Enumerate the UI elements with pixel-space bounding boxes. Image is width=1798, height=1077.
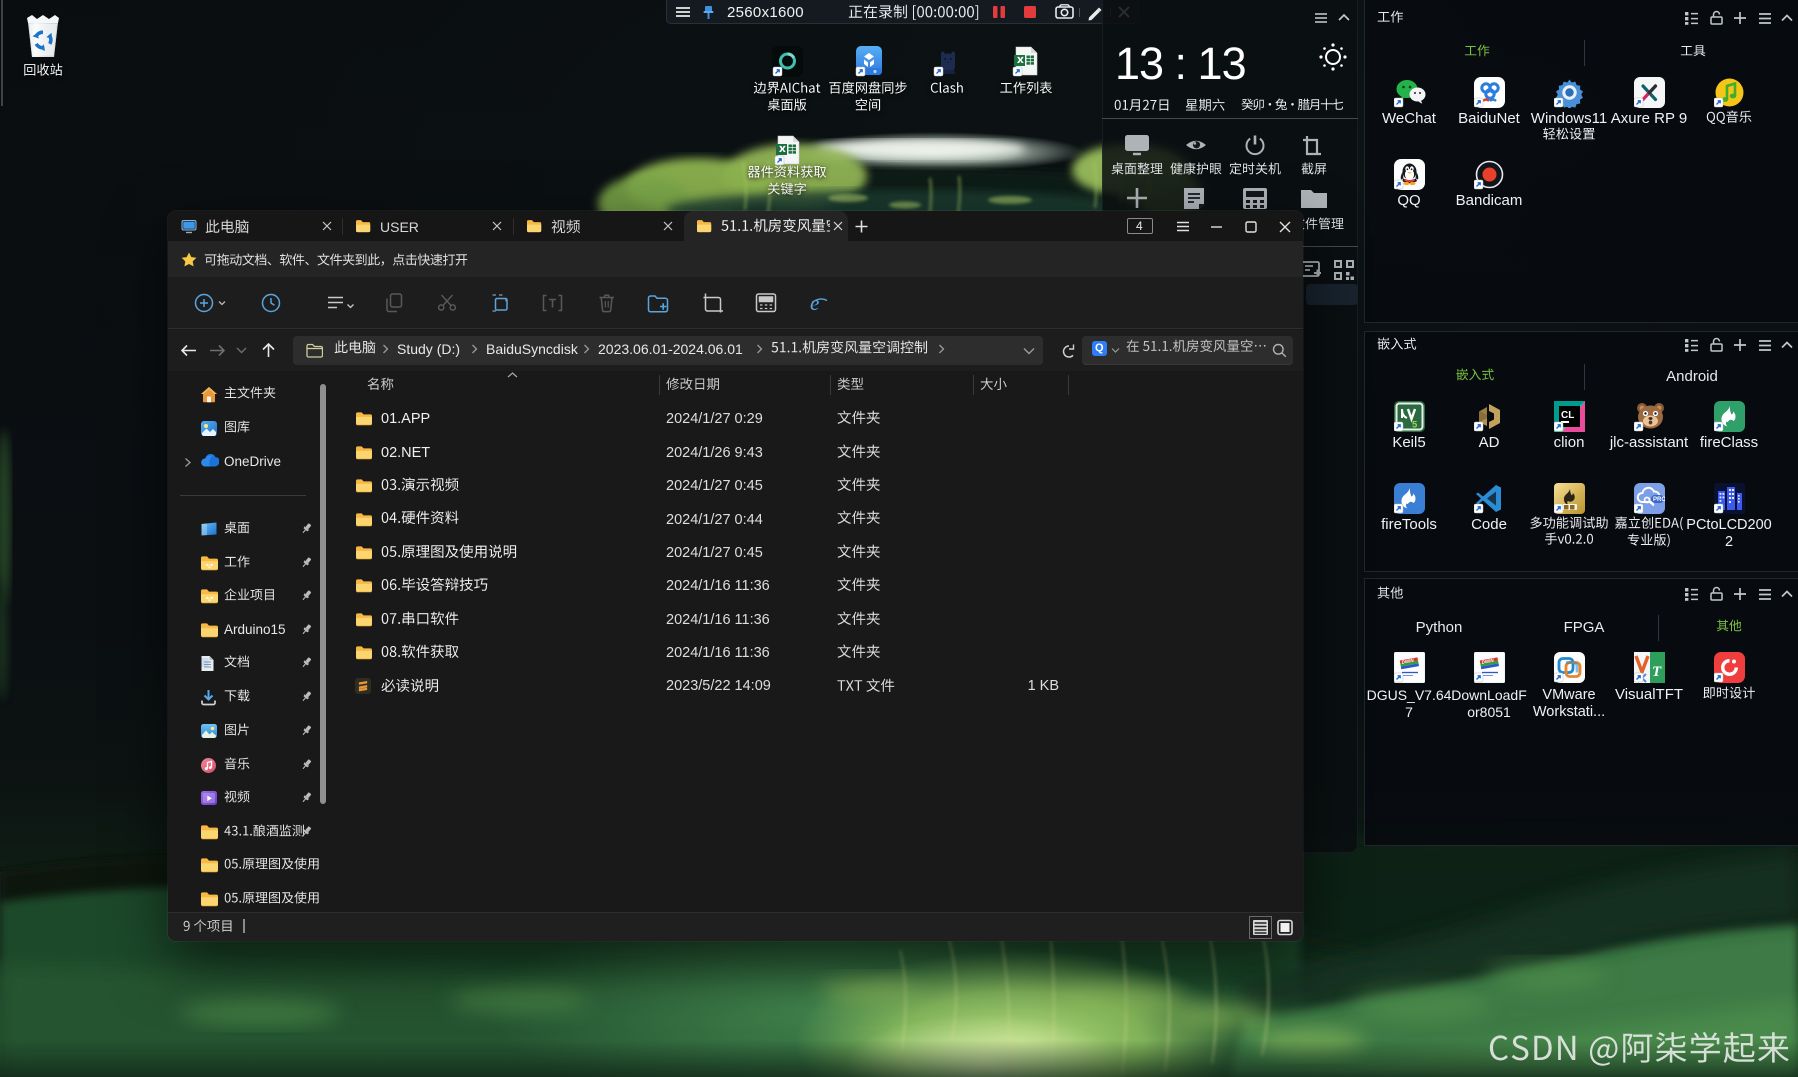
svg-text:e: e <box>810 291 819 315</box>
svg-text:CL: CL <box>1561 410 1574 421</box>
svg-text:5: 5 <box>1412 420 1418 431</box>
svg-text:PRO: PRO <box>1653 497 1665 503</box>
svg-text:T: T <box>1652 664 1662 680</box>
